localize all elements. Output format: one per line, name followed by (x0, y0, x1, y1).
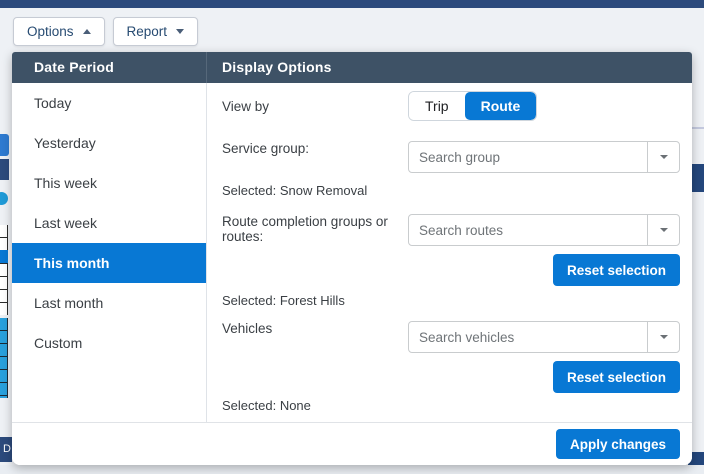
vehicles-reset-button[interactable]: Reset selection (553, 361, 680, 393)
caret-up-icon (83, 29, 91, 34)
route-completion-search-input[interactable] (409, 215, 647, 245)
view-by-toggle: Trip Route (408, 91, 537, 121)
service-group-selected-text: Selected: Snow Removal (222, 183, 680, 198)
page-bottom-strip (0, 465, 704, 474)
vehicles-selected-text: Selected: None (222, 398, 680, 413)
date-item-custom[interactable]: Custom (12, 323, 206, 363)
route-completion-combo (408, 214, 680, 246)
route-completion-label: Route completion groups or routes: (222, 214, 408, 286)
date-period-list: Today Yesterday This week Last week This… (12, 83, 207, 422)
options-button-label: Options (27, 24, 74, 39)
date-item-today[interactable]: Today (12, 83, 206, 123)
vehicles-search-input[interactable] (409, 322, 647, 352)
service-group-combo (408, 141, 680, 173)
service-group-search-input[interactable] (409, 142, 647, 172)
date-item-this-week[interactable]: This week (12, 163, 206, 203)
display-options-header: Display Options (207, 52, 692, 83)
date-item-yesterday[interactable]: Yesterday (12, 123, 206, 163)
vehicles-label: Vehicles (222, 321, 408, 393)
background-map-control-fragment (0, 134, 9, 156)
background-marker-fragment (0, 192, 8, 205)
report-button[interactable]: Report (113, 17, 199, 46)
options-panel: Date Period Display Options Today Yester… (12, 52, 692, 465)
background-table-selected-row-fragment (0, 250, 8, 263)
apply-changes-button[interactable]: Apply changes (556, 429, 680, 459)
toolbar: Options Report (13, 17, 198, 46)
top-navbar (0, 0, 704, 8)
vehicles-combo (408, 321, 680, 353)
panel-footer: Apply changes (12, 422, 692, 465)
options-button[interactable]: Options (13, 17, 105, 46)
background-right-button-fragment (692, 164, 704, 192)
background-table-fragment (0, 225, 8, 315)
chevron-down-icon (660, 155, 668, 159)
view-by-route-button[interactable]: Route (465, 92, 537, 120)
date-item-last-week[interactable]: Last week (12, 203, 206, 243)
view-by-trip-button[interactable]: Trip (409, 92, 465, 120)
route-completion-reset-button[interactable]: Reset selection (553, 254, 680, 286)
service-group-dropdown-button[interactable] (647, 142, 679, 172)
panel-headers: Date Period Display Options (12, 52, 692, 83)
route-completion-selected-text: Selected: Forest Hills (222, 293, 680, 308)
route-completion-dropdown-button[interactable] (647, 215, 679, 245)
chevron-down-icon (660, 228, 668, 232)
date-item-last-month[interactable]: Last month (12, 283, 206, 323)
date-item-this-month[interactable]: This month (12, 243, 206, 283)
background-chart-fragment (0, 318, 8, 398)
report-button-label: Report (127, 24, 168, 39)
service-group-label: Service group: (222, 141, 408, 173)
view-by-label: View by (222, 99, 408, 114)
chevron-down-icon (660, 335, 668, 339)
vehicles-dropdown-button[interactable] (647, 322, 679, 352)
background-button-fragment (0, 159, 9, 180)
background-divider-fragment (692, 127, 704, 129)
date-period-header: Date Period (12, 52, 207, 83)
display-options-body: View by Trip Route Service group: (207, 83, 692, 422)
caret-down-icon (176, 29, 184, 34)
background-bottom-button-fragment: D (0, 437, 12, 462)
